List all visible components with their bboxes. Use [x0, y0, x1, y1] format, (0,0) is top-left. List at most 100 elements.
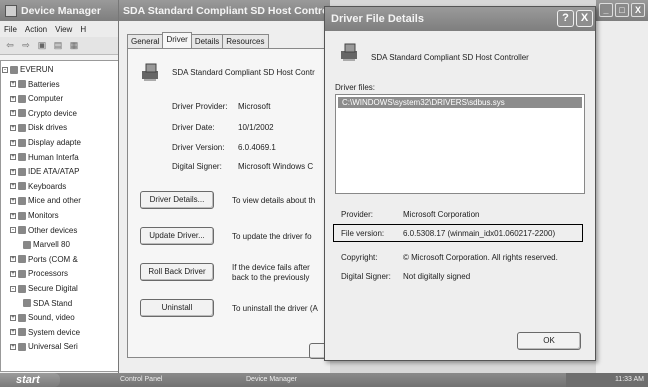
tree-item[interactable]: - Secure Digital: [10, 283, 78, 294]
expand-toggle-icon[interactable]: +: [10, 124, 16, 131]
expand-toggle-icon[interactable]: +: [10, 256, 16, 263]
device-category-icon: [18, 94, 26, 103]
expand-toggle-icon[interactable]: +: [10, 197, 16, 204]
print-icon[interactable]: ▦: [68, 40, 80, 51]
tree-item[interactable]: + Keyboards: [10, 181, 66, 192]
close-icon[interactable]: X: [631, 3, 645, 17]
menu-file[interactable]: File: [4, 25, 17, 34]
tree-item[interactable]: + Processors: [10, 268, 68, 279]
start-button[interactable]: start: [0, 373, 60, 387]
expand-toggle-icon[interactable]: +: [10, 81, 16, 88]
tab-general[interactable]: General: [127, 34, 164, 48]
tab-resources[interactable]: Resources: [222, 34, 269, 48]
tree-item[interactable]: + Batteries: [10, 79, 60, 90]
tab-details[interactable]: Details: [190, 34, 224, 48]
provider-value: Microsoft Corporation: [403, 210, 480, 219]
tab-driver[interactable]: Driver: [162, 32, 192, 48]
menu-help[interactable]: H: [80, 25, 86, 34]
ok-button[interactable]: OK: [517, 332, 581, 350]
expand-toggle-icon[interactable]: -: [10, 285, 16, 292]
device-manager-titlebar[interactable]: Device Manager: [0, 0, 119, 21]
digital-signer-label: Digital Signer:: [341, 272, 391, 281]
driver-details-button[interactable]: Driver Details...: [140, 191, 214, 209]
expand-toggle-icon[interactable]: +: [10, 139, 16, 146]
device-category-icon: [18, 284, 26, 293]
tree-item-label: Human Interfa: [28, 152, 79, 162]
taskbar-device-manager[interactable]: Device Manager: [232, 374, 297, 386]
dialog-titlebar[interactable]: Driver File Details ? X: [325, 7, 595, 31]
expand-toggle-icon[interactable]: +: [10, 329, 16, 336]
tree-item[interactable]: + IDE ATA/ATAP: [10, 166, 79, 177]
background-window-titlebar[interactable]: _ □ X: [596, 0, 648, 21]
driver-files-list[interactable]: C:\WINDOWS\system32\DRIVERS\sdbus.sys: [335, 94, 585, 194]
tree-item[interactable]: + Sound, video: [10, 312, 75, 323]
expand-toggle-icon[interactable]: +: [10, 212, 16, 219]
expand-toggle-icon[interactable]: +: [10, 168, 16, 175]
menu-action[interactable]: Action: [25, 25, 47, 34]
tree-item[interactable]: + Display adapte: [10, 137, 81, 148]
device-category-icon: [18, 328, 26, 337]
tree-item[interactable]: + Computer: [10, 93, 63, 104]
expand-toggle-icon[interactable]: +: [10, 343, 16, 350]
sd-card-icon: [341, 43, 357, 61]
computer-icon: [5, 4, 17, 17]
menu-bar: File Action View H: [0, 21, 120, 37]
tree-item[interactable]: + Ports (COM &: [10, 254, 78, 265]
device-category-icon: [18, 109, 26, 118]
device-category-icon: [18, 342, 26, 351]
digital-signer-value: Microsoft Windows C: [238, 162, 314, 171]
tree-item-label: Keyboards: [28, 181, 67, 191]
tab-strip: General Driver Details Resources: [127, 32, 269, 48]
file-version-value: 6.0.5308.17 (winmain_idx01.060217-2200): [403, 229, 556, 238]
tree-item-label: Mice and other: [28, 196, 81, 206]
tree-item-label: EVERUN: [20, 65, 54, 74]
help-icon[interactable]: ?: [557, 10, 574, 27]
tree-item-label: Display adapte: [28, 138, 81, 147]
expand-toggle-icon[interactable]: -: [10, 227, 16, 234]
expand-toggle-icon[interactable]: +: [10, 110, 16, 117]
close-icon[interactable]: X: [576, 10, 593, 27]
device-category-icon: [18, 138, 26, 147]
expand-toggle-icon[interactable]: +: [10, 183, 16, 190]
properties-titlebar[interactable]: SDA Standard Compliant SD Host Controll: [119, 0, 330, 21]
tree-item[interactable]: + Mice and other: [10, 195, 81, 206]
device-category-icon: [18, 196, 26, 205]
tree-item[interactable]: + Universal Seri: [10, 341, 78, 352]
device-category-icon: [23, 240, 31, 249]
tree-item-label: Computer: [28, 94, 64, 104]
tree-item[interactable]: + System device: [10, 327, 80, 338]
minimize-icon[interactable]: _: [599, 3, 613, 17]
tree-item[interactable]: SDA Stand: [23, 298, 72, 309]
expand-toggle-icon[interactable]: +: [10, 314, 16, 321]
system-tray: 11:33 AM: [566, 373, 648, 387]
forward-arrow-icon[interactable]: ⇨: [20, 40, 32, 51]
expand-toggle-icon[interactable]: +: [10, 270, 16, 277]
expand-toggle-icon[interactable]: +: [10, 95, 16, 102]
up-folder-icon[interactable]: ▣: [36, 40, 48, 51]
tree-item[interactable]: + Disk drives: [10, 122, 67, 133]
driver-file-item[interactable]: C:\WINDOWS\system32\DRIVERS\sdbus.sys: [338, 97, 582, 108]
tree-item-label: System device: [28, 327, 81, 337]
tree-item[interactable]: + Crypto device: [10, 108, 77, 119]
tree-item[interactable]: - Other devices: [10, 225, 77, 236]
roll-back-driver-button[interactable]: Roll Back Driver: [140, 263, 214, 281]
tree-item[interactable]: Marvell 80: [23, 239, 70, 250]
uninstall-button[interactable]: Uninstall: [140, 299, 214, 317]
maximize-icon[interactable]: □: [615, 3, 629, 17]
back-arrow-icon[interactable]: ⇦: [4, 40, 16, 51]
tree-item[interactable]: + Monitors: [10, 210, 59, 221]
expand-toggle-icon[interactable]: +: [10, 154, 16, 161]
tree-item-label: Ports (COM &: [28, 254, 78, 264]
driver-provider-value: Microsoft: [238, 102, 271, 111]
tree-item[interactable]: - EVERUN: [2, 64, 53, 75]
properties-icon[interactable]: ▤: [52, 40, 64, 51]
tree-item[interactable]: + Human Interfa: [10, 152, 79, 163]
clock: 11:33 AM: [614, 376, 644, 383]
menu-view[interactable]: View: [55, 25, 72, 34]
device-category-icon: [18, 313, 26, 322]
taskbar-control-panel[interactable]: Control Panel: [106, 374, 162, 386]
update-driver-button[interactable]: Update Driver...: [140, 227, 214, 245]
expand-toggle-icon[interactable]: -: [2, 66, 8, 73]
device-category-icon: [18, 80, 26, 89]
device-tree[interactable]: - EVERUN + Batteries + Computer + Crypto device…: [0, 60, 120, 372]
